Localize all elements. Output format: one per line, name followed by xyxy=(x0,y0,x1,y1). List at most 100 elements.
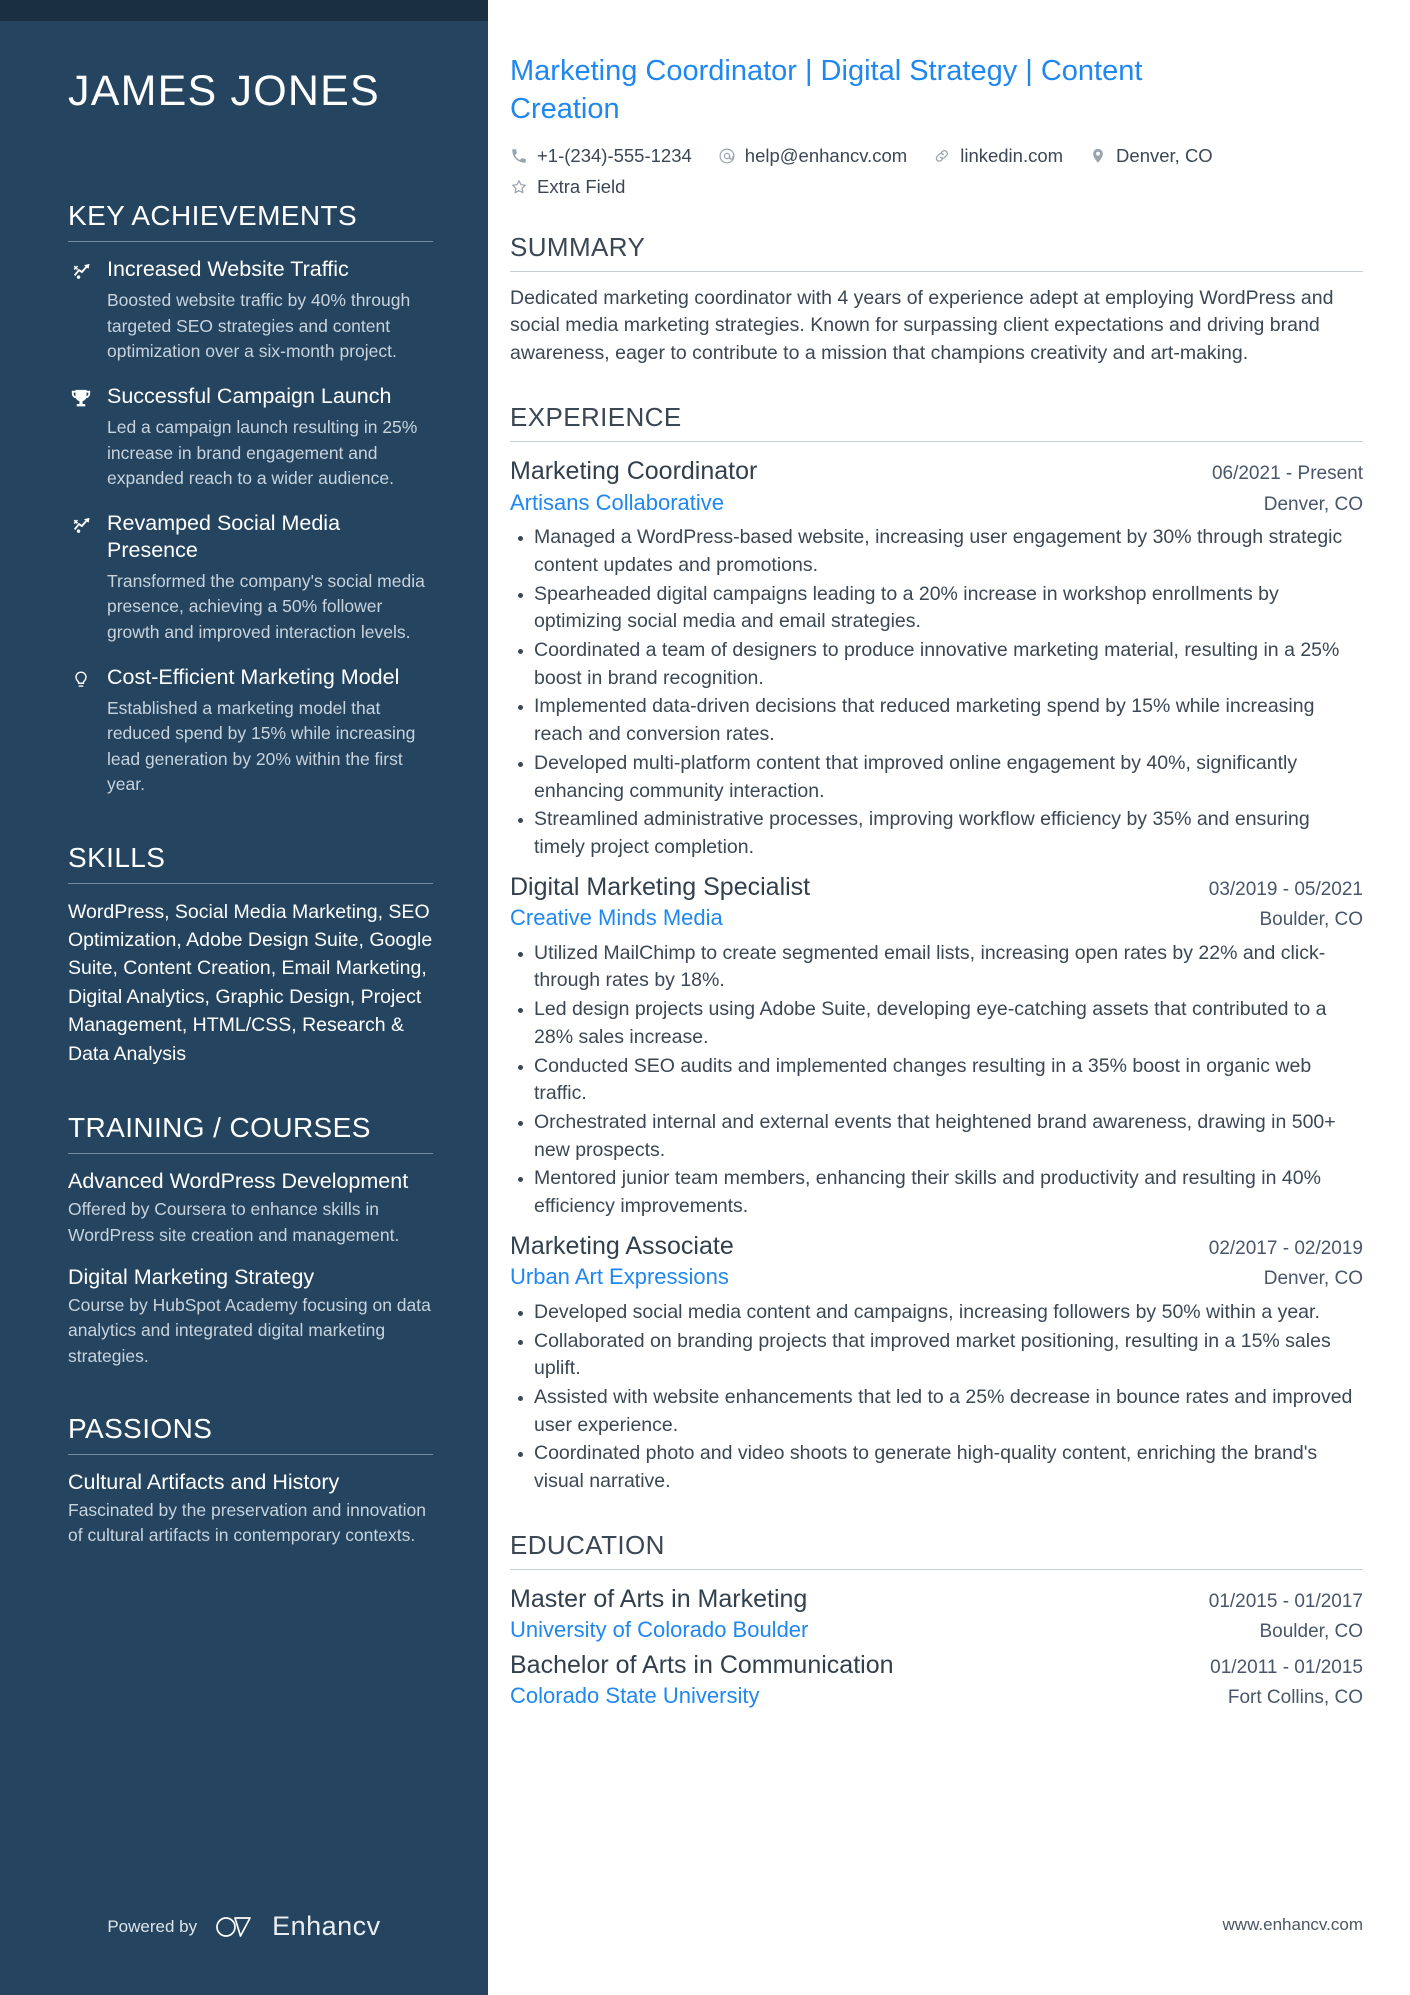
enhancv-logo: Enhancv xyxy=(214,1911,381,1942)
candidate-name: JAMES JONES xyxy=(68,67,380,115)
achievement-item: Revamped Social Media Presence Transform… xyxy=(68,510,433,645)
job-bullet: Mentored junior team members, enhancing … xyxy=(510,1165,1363,1220)
school-name[interactable]: University of Colorado Boulder xyxy=(510,1615,808,1645)
link-icon xyxy=(935,149,949,162)
divider xyxy=(510,441,1363,443)
section-education: EDUCATION Master of Arts in Marketing 01… xyxy=(510,1530,1363,1711)
skills-list: WordPress, Social Media Marketing, SEO O… xyxy=(68,900,433,1065)
course-description: Course by HubSpot Academy focusing on da… xyxy=(68,1294,431,1366)
star-icon xyxy=(512,179,526,193)
course-item: Advanced WordPress Development Offered b… xyxy=(68,1168,433,1248)
trophy-icon xyxy=(68,383,94,410)
achievement-item: Increased Website Traffic Boosted websit… xyxy=(68,256,433,364)
achievement-title: Successful Campaign Launch xyxy=(107,384,392,409)
divider xyxy=(68,882,433,884)
job-bullet: Conducted SEO audits and implemented cha… xyxy=(510,1053,1363,1108)
passion-description: Fascinated by the preservation and innov… xyxy=(68,1499,427,1546)
contact-linkedin[interactable]: linkedin.com xyxy=(933,145,1063,167)
divider xyxy=(68,1153,433,1155)
job-bullet: Led design projects using Adobe Suite, d… xyxy=(510,996,1363,1051)
job-bullets: Utilized MailChimp to create segmented e… xyxy=(510,940,1363,1221)
section-training-courses: TRAINING / COURSES Advanced WordPress De… xyxy=(68,1112,433,1369)
sidebar-top-bar xyxy=(0,0,488,21)
divider xyxy=(510,270,1363,272)
job-date-range: 02/2017 - 02/2019 xyxy=(1208,1237,1363,1259)
job-bullet: Assisted with website enhancements that … xyxy=(510,1384,1363,1439)
section-passions: PASSIONS Cultural Artifacts and History … xyxy=(68,1413,433,1549)
achievement-description: Boosted website traffic by 40% through t… xyxy=(107,290,411,361)
degree-date-range: 01/2015 - 01/2017 xyxy=(1208,1590,1363,1612)
degree-date-range: 01/2011 - 01/2015 xyxy=(1210,1656,1363,1678)
job-bullet: Streamlined administrative processes, im… xyxy=(510,806,1363,861)
job-bullet: Developed social media content and campa… xyxy=(510,1299,1363,1327)
achievement-item: Successful Campaign Launch Led a campaig… xyxy=(68,383,433,491)
key-achievements-heading: KEY ACHIEVEMENTS xyxy=(68,200,358,232)
passion-item: Cultural Artifacts and History Fascinate… xyxy=(68,1469,433,1549)
section-summary: SUMMARY Dedicated marketing coordinator … xyxy=(510,232,1363,369)
contact-email-value: help@enhancv.com xyxy=(744,144,908,166)
experience-heading: EXPERIENCE xyxy=(510,402,682,433)
enhancv-wordmark: Enhancv xyxy=(272,1911,381,1941)
section-experience: EXPERIENCE Marketing Coordinator 06/2021… xyxy=(510,402,1363,1496)
course-description: Offered by Coursera to enhance skills in… xyxy=(68,1199,400,1245)
job-bullet: Coordinated photo and video shoots to ge… xyxy=(510,1440,1363,1495)
achievement-description: Led a campaign launch resulting in 25% i… xyxy=(107,417,418,488)
course-item: Digital Marketing Strategy Course by Hub… xyxy=(68,1264,433,1369)
company-name[interactable]: Urban Art Expressions xyxy=(510,1262,729,1292)
experience-entry: Digital Marketing Specialist 03/2019 - 0… xyxy=(510,871,1363,1221)
divider xyxy=(510,1568,1363,1570)
school-location: Boulder, CO xyxy=(1259,1621,1364,1643)
job-bullet: Spearheaded digital campaigns leading to… xyxy=(510,581,1363,636)
contact-extra-field-value: Extra Field xyxy=(537,175,626,197)
trending-up-icon xyxy=(68,256,94,283)
experience-entry: Marketing Coordinator 06/2021 - Present … xyxy=(510,455,1363,861)
job-bullets: Developed social media content and campa… xyxy=(510,1299,1363,1496)
job-bullet: Orchestrated internal and external event… xyxy=(510,1109,1363,1164)
job-date-range: 06/2021 - Present xyxy=(1211,463,1363,485)
job-title: Marketing Coordinator xyxy=(510,457,758,486)
achievement-title: Revamped Social Media Presence xyxy=(107,511,341,563)
divider xyxy=(68,241,433,243)
section-key-achievements: KEY ACHIEVEMENTS Increased Website Traff… xyxy=(68,200,433,797)
job-bullet: Collaborated on branding projects that i… xyxy=(510,1328,1363,1383)
achievement-title: Cost-Efficient Marketing Model xyxy=(107,665,400,690)
degree-title: Bachelor of Arts in Communication xyxy=(510,1650,894,1679)
job-title: Digital Marketing Specialist xyxy=(510,872,811,901)
achievement-item: Cost-Efficient Marketing Model Establish… xyxy=(68,664,433,797)
email-icon xyxy=(719,148,735,164)
contact-extra-field[interactable]: Extra Field xyxy=(510,176,625,198)
summary-heading: SUMMARY xyxy=(510,231,646,262)
contact-email[interactable]: help@enhancv.com xyxy=(718,145,907,167)
summary-text: Dedicated marketing coordinator with 4 y… xyxy=(510,286,1334,365)
location-pin-icon xyxy=(1093,148,1103,163)
passion-title: Cultural Artifacts and History xyxy=(68,1469,340,1494)
achievement-description: Transformed the company's social media p… xyxy=(107,571,425,642)
section-skills: SKILLS WordPress, Social Media Marketing… xyxy=(68,842,433,1069)
achievement-description: Established a marketing model that reduc… xyxy=(107,698,416,795)
job-location: Denver, CO xyxy=(1263,1268,1363,1290)
training-courses-heading: TRAINING / COURSES xyxy=(68,1112,371,1144)
powered-by-badge: Powered by Enhancv xyxy=(0,1911,488,1942)
passions-heading: PASSIONS xyxy=(68,1412,213,1444)
achievement-title: Increased Website Traffic xyxy=(107,257,349,282)
job-bullet: Implemented data-driven decisions that r… xyxy=(510,693,1363,748)
contact-linkedin-value: linkedin.com xyxy=(960,144,1064,166)
contact-phone-value: +1-(234)-555-1234 xyxy=(537,144,692,166)
job-bullets: Managed a WordPress-based website, incre… xyxy=(510,524,1363,861)
contact-phone[interactable]: +1-(234)-555-1234 xyxy=(510,145,692,167)
school-name[interactable]: Colorado State University xyxy=(510,1681,759,1711)
company-name[interactable]: Creative Minds Media xyxy=(510,903,723,933)
contact-location[interactable]: Denver, CO xyxy=(1089,145,1213,167)
job-title: Marketing Associate xyxy=(510,1231,734,1260)
school-location: Fort Collins, CO xyxy=(1227,1687,1363,1709)
contact-location-value: Denver, CO xyxy=(1116,144,1213,166)
contact-row: +1-(234)-555-1234 help@enhancv.com linke… xyxy=(510,145,1310,198)
job-location: Boulder, CO xyxy=(1259,909,1364,931)
trending-up-icon xyxy=(68,510,94,537)
degree-title: Master of Arts in Marketing xyxy=(510,1584,808,1613)
education-entry: Master of Arts in Marketing 01/2015 - 01… xyxy=(510,1583,1363,1645)
company-name[interactable]: Artisans Collaborative xyxy=(510,488,724,518)
professional-headline: Marketing Coordinator | Digital Strategy… xyxy=(510,55,1143,126)
course-title: Advanced WordPress Development xyxy=(68,1169,409,1194)
main-content: Marketing Coordinator | Digital Strategy… xyxy=(488,0,1410,1995)
